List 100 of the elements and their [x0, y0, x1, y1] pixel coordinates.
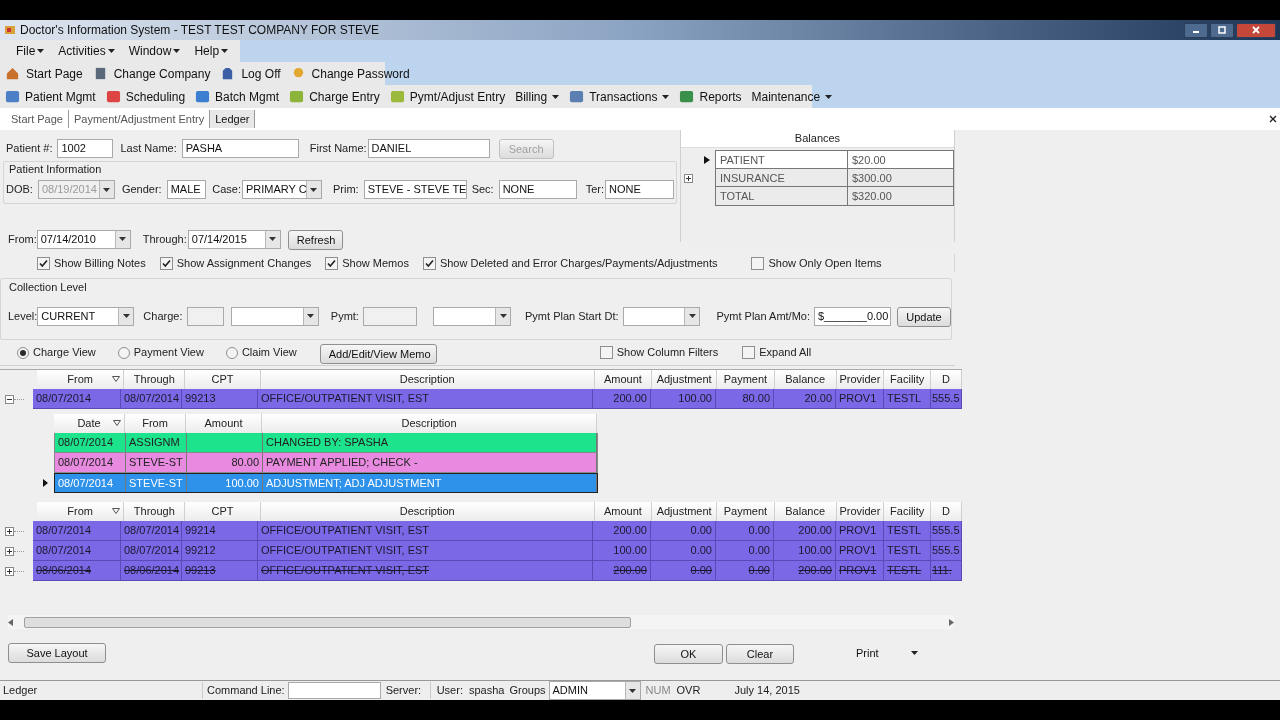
- text-field[interactable]: DANIEL: [367, 138, 490, 158]
- column-header[interactable]: Adjustment: [652, 370, 717, 389]
- expand-icon[interactable]: [5, 546, 14, 556]
- radio-button[interactable]: [117, 346, 130, 359]
- text-field[interactable]: 1002: [57, 138, 114, 158]
- filter-icon[interactable]: [112, 508, 121, 514]
- collapse-icon[interactable]: [5, 394, 14, 404]
- menu-item[interactable]: File: [16, 42, 45, 60]
- dropdown-field[interactable]: CURRENT: [37, 306, 135, 326]
- column-header[interactable]: Amount: [186, 414, 262, 433]
- column-header[interactable]: From: [36, 370, 125, 389]
- toolbar-button[interactable]: Patient Mgmt: [5, 87, 96, 106]
- command-field[interactable]: [287, 682, 381, 699]
- refresh-button[interactable]: Refresh: [287, 230, 343, 251]
- table-row[interactable]: 08/07/2014 08/07/2014 99213 OFFICE/OUTPATIENT VISIT, EST 200.00 100.00 80.00 20.00 PROV1 TESTL 555.5: [33, 389, 962, 409]
- toolbar-button[interactable]: Change Company: [92, 64, 211, 83]
- column-header[interactable]: Amount: [594, 370, 653, 389]
- column-header[interactable]: Amount: [594, 502, 653, 521]
- toolbar-button[interactable]: Batch Mgmt: [195, 87, 280, 106]
- text-field[interactable]: [186, 306, 224, 326]
- dropdown-field[interactable]: [622, 306, 701, 326]
- scroll-right-icon[interactable]: [948, 618, 954, 626]
- column-header[interactable]: Through: [124, 370, 186, 389]
- minimize-button[interactable]: [1184, 22, 1208, 38]
- expand-icon[interactable]: [5, 526, 14, 536]
- dropdown-field[interactable]: ADMIN: [548, 681, 641, 700]
- checkbox[interactable]: [422, 256, 436, 270]
- toolbar-button[interactable]: Log Off: [220, 64, 281, 83]
- toolbar-button[interactable]: Change Password: [290, 64, 410, 83]
- detail-row[interactable]: 08/07/2014 STEVE-ST 80.00 PAYMENT APPLIED; CHECK -: [54, 453, 598, 473]
- checkbox[interactable]: [325, 256, 339, 270]
- dropdown-field[interactable]: [433, 306, 511, 326]
- toolbar-button[interactable]: Pymt/Adjust Entry: [389, 87, 506, 106]
- expand-icon[interactable]: [5, 566, 14, 576]
- dropdown-field[interactable]: PRIMARY C: [241, 180, 322, 199]
- text-field[interactable]: STEVE - STEVE TE: [363, 180, 467, 199]
- column-header[interactable]: Facility: [884, 370, 932, 389]
- toolbar-menu[interactable]: Maintenance: [751, 87, 833, 106]
- checkbox[interactable]: [159, 256, 173, 270]
- radio-button[interactable]: [225, 346, 238, 359]
- filter-icon[interactable]: [113, 420, 121, 426]
- column-header[interactable]: Description: [260, 502, 595, 521]
- dropdown-field[interactable]: 07/14/2010: [36, 229, 131, 249]
- text-field[interactable]: NONE: [498, 180, 577, 199]
- column-header[interactable]: Provider: [836, 370, 885, 389]
- read-only-field[interactable]: MALE: [166, 180, 207, 199]
- column-header[interactable]: CPT: [185, 502, 261, 521]
- ok-button[interactable]: OK: [654, 644, 723, 665]
- table-row[interactable]: 08/06/2014 08/06/2014 99213 OFFICE/OUTPATIENT VISIT, EST 200.00 0.00 0.00 200.00 PROV1 TESTL 111.: [33, 561, 962, 581]
- column-header[interactable]: D: [931, 502, 962, 521]
- horizontal-scrollbar[interactable]: [8, 615, 954, 629]
- column-header[interactable]: Provider: [836, 502, 885, 521]
- column-header[interactable]: Date: [54, 414, 125, 433]
- column-header[interactable]: From: [125, 414, 186, 433]
- toolbar-button[interactable]: Start Page: [5, 64, 83, 83]
- dropdown-field[interactable]: [230, 306, 319, 326]
- expand-icon[interactable]: [684, 173, 693, 183]
- close-icon[interactable]: [1269, 115, 1277, 123]
- toolbar-button[interactable]: Charge Entry: [289, 87, 380, 106]
- scroll-left-icon[interactable]: [8, 618, 14, 626]
- toolbar-button[interactable]: Reports: [679, 87, 742, 106]
- checkbox[interactable]: [37, 256, 50, 270]
- column-header[interactable]: Adjustment: [652, 502, 717, 521]
- menu-item[interactable]: Activities: [58, 42, 115, 60]
- table-row[interactable]: 08/07/2014 08/07/2014 99212 OFFICE/OUTPATIENT VISIT, EST 100.00 0.00 0.00 100.00 PROV1 TESTL 555.5: [33, 541, 962, 561]
- column-header[interactable]: Payment: [717, 370, 775, 389]
- column-header[interactable]: Payment: [717, 502, 775, 521]
- text-field[interactable]: $_______0.00: [814, 306, 891, 326]
- tab[interactable]: Start Page: [6, 110, 69, 128]
- toolbar-button[interactable]: Scheduling: [105, 87, 186, 106]
- detail-row[interactable]: 08/07/2014 ASSIGNM CHANGED BY: SPASHA: [54, 433, 598, 453]
- menu-item[interactable]: Window: [128, 42, 181, 60]
- memo-button[interactable]: Add/Edit/View Memo: [319, 343, 437, 364]
- dropdown-field[interactable]: 07/14/2015: [187, 229, 281, 249]
- column-header[interactable]: Balance: [774, 502, 837, 521]
- table-row[interactable]: 08/07/2014 08/07/2014 99214 OFFICE/OUTPATIENT VISIT, EST 200.00 0.00 0.00 200.00 PROV1 TESTL 555.5: [33, 521, 962, 541]
- column-header[interactable]: CPT: [185, 370, 261, 389]
- text-field[interactable]: PASHA: [181, 138, 299, 158]
- column-header[interactable]: Through: [124, 502, 186, 521]
- toolbar-button[interactable]: Transactions: [569, 87, 670, 106]
- column-header[interactable]: Balance: [774, 370, 837, 389]
- maximize-button[interactable]: [1210, 22, 1234, 38]
- column-header[interactable]: Description: [260, 370, 595, 389]
- checkbox[interactable]: [599, 346, 613, 359]
- close-button[interactable]: [1236, 22, 1276, 38]
- column-header[interactable]: From: [36, 502, 125, 521]
- column-header[interactable]: D: [931, 370, 962, 389]
- print-button[interactable]: Print: [856, 644, 918, 662]
- save-layout-button[interactable]: Save Layout: [8, 643, 106, 663]
- balance-row[interactable]: INSURANCE $300.00: [716, 169, 953, 187]
- filter-icon[interactable]: [112, 376, 121, 382]
- tab[interactable]: Ledger: [210, 110, 256, 128]
- menu-item[interactable]: Help: [194, 42, 229, 60]
- column-header[interactable]: Description: [262, 414, 597, 433]
- radio-button[interactable]: [17, 346, 29, 359]
- checkbox[interactable]: [742, 346, 756, 359]
- text-field[interactable]: NONE: [605, 180, 674, 199]
- update-button[interactable]: Update: [897, 307, 951, 328]
- text-field[interactable]: [362, 306, 417, 326]
- clear-button[interactable]: Clear: [726, 644, 794, 665]
